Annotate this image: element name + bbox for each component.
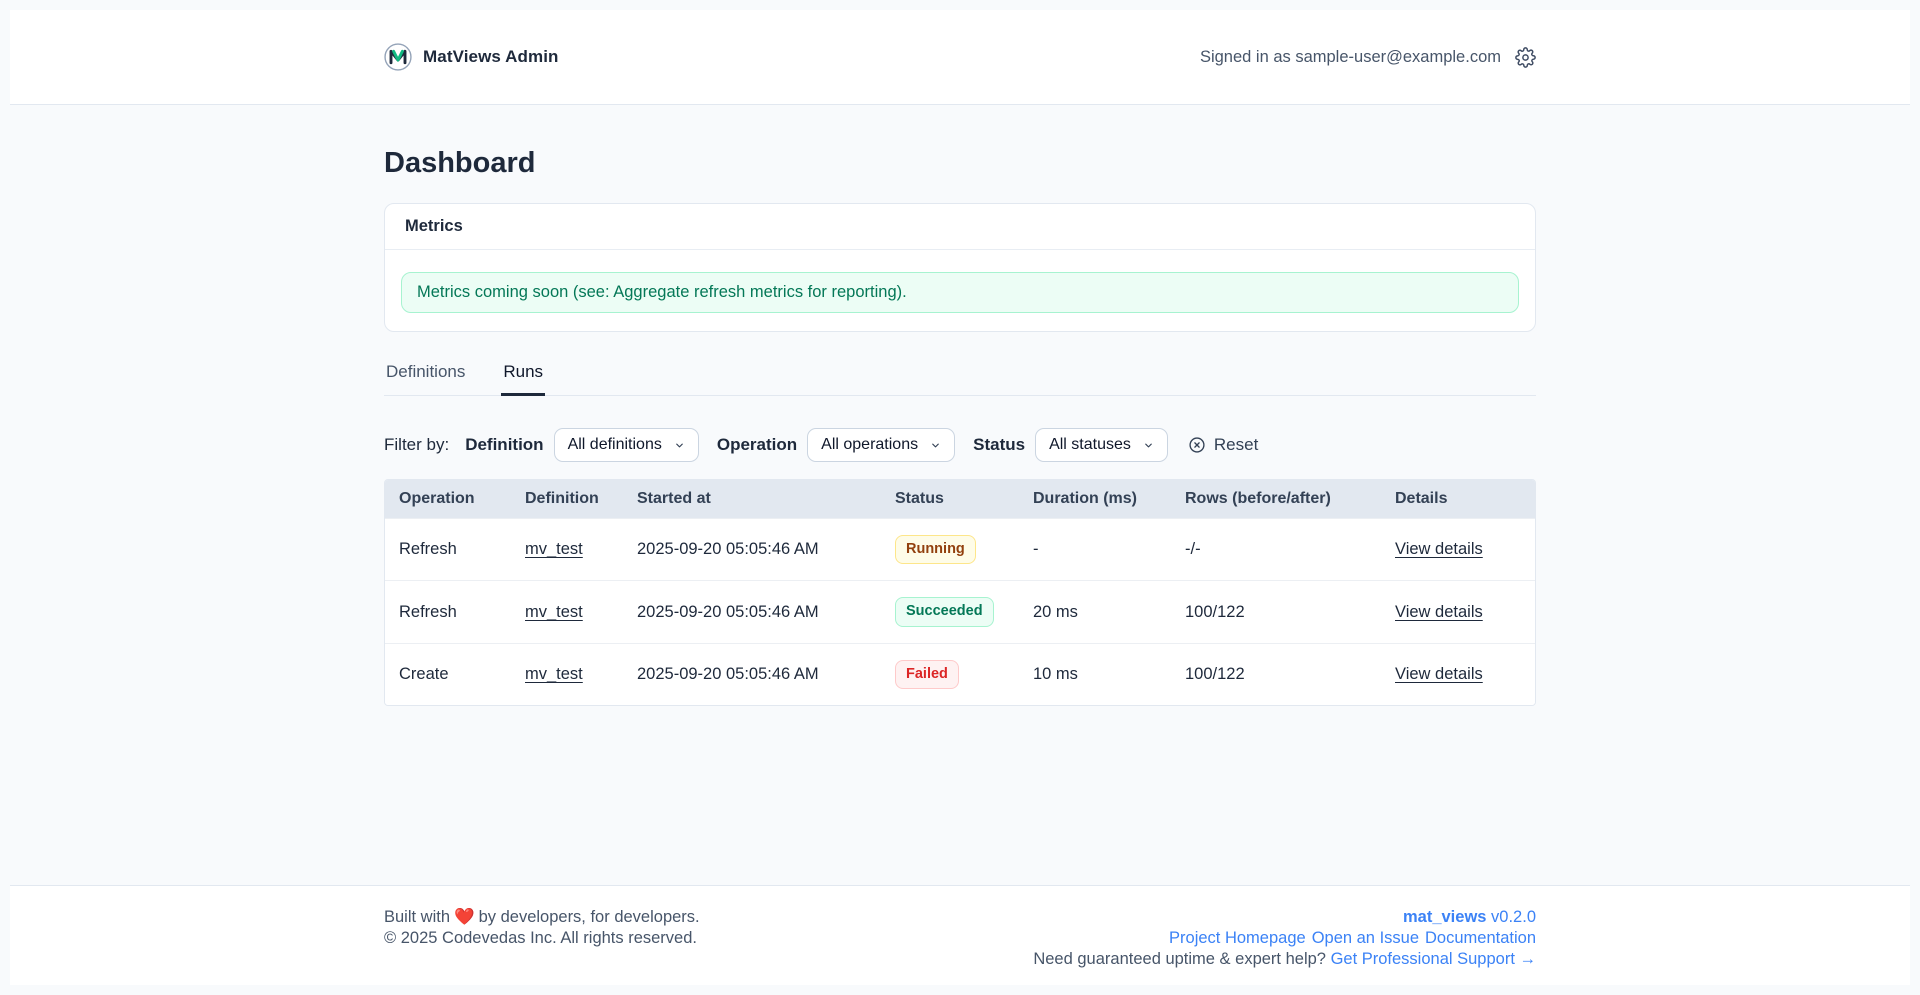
operation-filter-label: Operation	[717, 435, 797, 455]
project-homepage-link[interactable]: Project Homepage	[1169, 928, 1306, 949]
status-filter-value: All statuses	[1049, 436, 1131, 454]
cell-started-at: 2025-09-20 05:05:46 AM	[627, 519, 885, 581]
matviews-logo-icon	[384, 43, 412, 71]
col-operation: Operation	[385, 480, 515, 519]
view-details-link[interactable]: View details	[1395, 665, 1483, 683]
metrics-card-title: Metrics	[385, 204, 1535, 250]
circle-x-icon	[1188, 436, 1206, 454]
settings-button[interactable]	[1515, 47, 1536, 68]
col-details: Details	[1385, 480, 1536, 519]
operation-filter-value: All operations	[821, 436, 918, 454]
cell-operation: Refresh	[385, 581, 515, 643]
table-header-row: Operation Definition Started at Status D…	[385, 480, 1536, 519]
support-line: Need guaranteed uptime & expert help? Ge…	[1033, 949, 1536, 970]
col-status: Status	[885, 480, 1023, 519]
page-title: Dashboard	[384, 147, 1536, 180]
status-filter-label: Status	[973, 435, 1025, 455]
metrics-card: Metrics Metrics coming soon (see: Aggreg…	[384, 203, 1536, 332]
page: MatViews Admin Signed in as sample-user@…	[10, 10, 1910, 985]
cell-started-at: 2025-09-20 05:05:46 AM	[627, 581, 885, 643]
definition-filter-label: Definition	[465, 435, 543, 455]
gear-icon	[1515, 47, 1536, 68]
status-filter-select[interactable]: All statuses	[1035, 428, 1168, 462]
definition-link[interactable]: mv_test	[525, 603, 583, 621]
status-badge: Succeeded	[895, 597, 994, 626]
cell-operation: Create	[385, 643, 515, 705]
heart-icon: ❤️	[454, 908, 475, 926]
main-content: Dashboard Metrics Metrics coming soon (s…	[10, 105, 1910, 885]
definition-link[interactable]: mv_test	[525, 540, 583, 558]
cell-rows: -/-	[1175, 519, 1385, 581]
cell-duration: 20 ms	[1023, 581, 1175, 643]
col-started-at: Started at	[627, 480, 885, 519]
runs-table: Operation Definition Started at Status D…	[384, 479, 1536, 706]
copyright-line: © 2025 Codevedas Inc. All rights reserve…	[384, 928, 700, 949]
table-row: Refresh mv_test 2025-09-20 05:05:46 AM R…	[385, 519, 1536, 581]
filter-by-label: Filter by:	[384, 435, 449, 455]
table-row: Create mv_test 2025-09-20 05:05:46 AM Fa…	[385, 643, 1536, 705]
reset-label: Reset	[1214, 435, 1258, 455]
open-an-issue-link[interactable]: Open an Issue	[1312, 928, 1419, 949]
chevron-down-icon	[674, 440, 685, 451]
view-details-link[interactable]: View details	[1395, 603, 1483, 621]
col-duration: Duration (ms)	[1023, 480, 1175, 519]
tab-bar: Definitions Runs	[384, 354, 1536, 396]
signed-in-text: Signed in as sample-user@example.com	[1200, 48, 1501, 67]
documentation-link[interactable]: Documentation	[1425, 928, 1536, 949]
built-with-suffix: by developers, for developers.	[479, 908, 700, 926]
cell-operation: Refresh	[385, 519, 515, 581]
built-with-text: Built with	[384, 908, 450, 926]
definition-filter-select[interactable]: All definitions	[554, 428, 699, 462]
professional-support-link[interactable]: Get Professional Support →	[1331, 950, 1536, 968]
definition-link[interactable]: mv_test	[525, 665, 583, 683]
cell-rows: 100/122	[1175, 581, 1385, 643]
view-details-link[interactable]: View details	[1395, 540, 1483, 558]
cell-duration: 10 ms	[1023, 643, 1175, 705]
cell-duration: -	[1023, 519, 1175, 581]
built-with-line: Built with❤️by developers, for developer…	[384, 907, 700, 928]
table-row: Refresh mv_test 2025-09-20 05:05:46 AM S…	[385, 581, 1536, 643]
col-definition: Definition	[515, 480, 627, 519]
filter-bar: Filter by: Definition All definitions Op…	[384, 428, 1536, 462]
version-line: mat_views v0.2.0	[1033, 907, 1536, 928]
reset-filters-button[interactable]: Reset	[1188, 435, 1258, 455]
definition-filter-value: All definitions	[568, 436, 662, 454]
app-footer: Built with❤️by developers, for developer…	[10, 885, 1910, 985]
metrics-coming-soon-alert: Metrics coming soon (see: Aggregate refr…	[401, 272, 1519, 313]
operation-filter-select[interactable]: All operations	[807, 428, 955, 462]
cell-rows: 100/122	[1175, 643, 1385, 705]
support-prefix-text: Need guaranteed uptime & expert help?	[1033, 950, 1326, 968]
footer-right: mat_views v0.2.0 Project Homepage Open a…	[1033, 907, 1536, 970]
chevron-down-icon	[1143, 440, 1154, 451]
status-badge: Failed	[895, 660, 959, 689]
tab-definitions[interactable]: Definitions	[384, 354, 467, 395]
tab-runs[interactable]: Runs	[501, 354, 545, 396]
app-header: MatViews Admin Signed in as sample-user@…	[10, 10, 1910, 105]
chevron-down-icon	[930, 440, 941, 451]
col-rows: Rows (before/after)	[1175, 480, 1385, 519]
footer-links: Project Homepage Open an Issue Documenta…	[1169, 928, 1536, 949]
cell-started-at: 2025-09-20 05:05:46 AM	[627, 643, 885, 705]
footer-left: Built with❤️by developers, for developer…	[384, 907, 700, 949]
version-text: v0.2.0	[1491, 908, 1536, 926]
project-name-link[interactable]: mat_views	[1403, 908, 1486, 926]
brand-title: MatViews Admin	[423, 47, 559, 67]
status-badge: Running	[895, 535, 976, 564]
brand[interactable]: MatViews Admin	[384, 43, 559, 71]
